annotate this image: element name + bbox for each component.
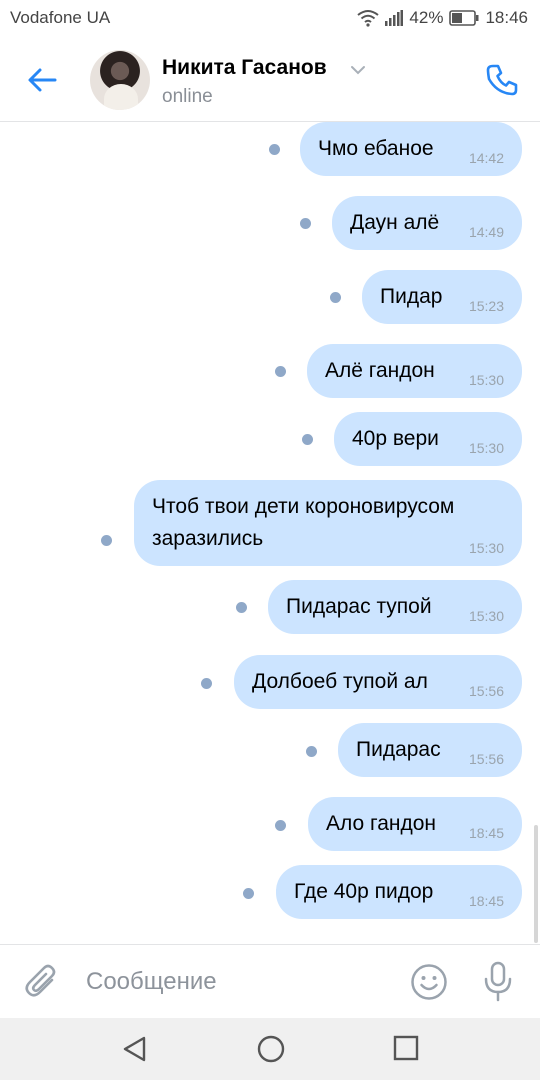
unread-dot bbox=[243, 888, 254, 899]
unread-dot bbox=[275, 366, 286, 377]
triangle-back-icon bbox=[120, 1036, 150, 1068]
clock: 18:46 bbox=[485, 8, 528, 27]
message-bubble[interactable]: Ало гандон 18:45 bbox=[308, 797, 522, 851]
message-time: 15:23 bbox=[468, 298, 504, 314]
message-time: 18:45 bbox=[468, 893, 504, 909]
message-time: 14:42 bbox=[468, 150, 504, 166]
wifi-icon bbox=[357, 9, 380, 27]
message-time: 15:56 bbox=[468, 683, 504, 699]
carrier-name: Vodafone UA bbox=[10, 8, 111, 27]
message-text: Чтоб твои дети короновирусом заразились bbox=[152, 495, 455, 550]
system-nav-bar bbox=[0, 1018, 540, 1080]
chat-header: Никита Гасанов online bbox=[0, 36, 540, 122]
voice-message-button[interactable] bbox=[482, 961, 514, 1003]
back-button[interactable] bbox=[24, 62, 60, 98]
unread-dot bbox=[236, 602, 247, 613]
battery-percent: 42% bbox=[409, 8, 444, 27]
unread-dot bbox=[101, 535, 112, 546]
message-bubble[interactable]: 40р вери 15:30 bbox=[334, 412, 522, 466]
chevron-down-icon[interactable] bbox=[350, 62, 366, 80]
nav-home-button[interactable] bbox=[256, 1034, 286, 1064]
message-bubble[interactable]: Долбоеб тупой ал 15:56 bbox=[234, 655, 522, 709]
circle-home-icon bbox=[256, 1035, 286, 1068]
arrow-left-icon bbox=[24, 68, 60, 102]
message-bubble[interactable]: Пидарас тупой 15:30 bbox=[268, 580, 522, 634]
paperclip-icon bbox=[24, 964, 60, 1005]
avatar[interactable] bbox=[90, 50, 150, 110]
message-bubble[interactable]: Пидар 15:23 bbox=[362, 270, 522, 324]
message-input[interactable] bbox=[86, 963, 386, 1001]
nav-recents-button[interactable] bbox=[392, 1034, 420, 1062]
unread-dot bbox=[201, 678, 212, 689]
contact-name[interactable]: Никита Гасанов bbox=[162, 56, 327, 80]
message-time: 18:45 bbox=[468, 825, 504, 841]
unread-dot bbox=[275, 820, 286, 831]
nav-back-button[interactable] bbox=[120, 1034, 150, 1064]
emoji-button[interactable] bbox=[410, 963, 448, 1001]
status-icons: 42% 18:46 bbox=[357, 8, 528, 28]
message-time: 15:30 bbox=[468, 372, 504, 388]
message-time: 15:56 bbox=[468, 751, 504, 767]
attach-button[interactable] bbox=[24, 963, 60, 1001]
battery-icon bbox=[449, 10, 479, 26]
message-time: 15:30 bbox=[468, 608, 504, 624]
message-bubble[interactable]: Чтоб твои дети короновирусом заразились … bbox=[134, 480, 522, 566]
message-time: 15:30 bbox=[468, 440, 504, 456]
smiley-icon bbox=[410, 964, 448, 1005]
unread-dot bbox=[302, 434, 313, 445]
call-button[interactable] bbox=[482, 60, 522, 100]
unread-dot bbox=[330, 292, 341, 303]
message-bubble[interactable]: Алё гандон 15:30 bbox=[307, 344, 522, 398]
message-composer bbox=[0, 945, 540, 1018]
phone-icon bbox=[482, 64, 522, 104]
square-recents-icon bbox=[392, 1035, 420, 1066]
message-list[interactable]: Чмо ебаное 14:42 Даун алё 14:49 Пидар 15… bbox=[0, 122, 540, 944]
message-time: 15:30 bbox=[468, 540, 504, 556]
scrollbar[interactable] bbox=[534, 825, 538, 943]
signal-icon bbox=[385, 10, 404, 26]
microphone-icon bbox=[482, 961, 514, 1007]
unread-dot bbox=[269, 144, 280, 155]
contact-status: online bbox=[162, 86, 213, 107]
message-bubble[interactable]: Даун алё 14:49 bbox=[332, 196, 522, 250]
message-bubble[interactable]: Пидарас 15:56 bbox=[338, 723, 522, 777]
unread-dot bbox=[306, 746, 317, 757]
status-bar: Vodafone UA 42% 18:46 bbox=[0, 0, 540, 36]
unread-dot bbox=[300, 218, 311, 229]
message-bubble[interactable]: Чмо ебаное 14:42 bbox=[300, 122, 522, 176]
message-time: 14:49 bbox=[468, 224, 504, 240]
message-bubble[interactable]: Где 40р пидор 18:45 bbox=[276, 865, 522, 919]
